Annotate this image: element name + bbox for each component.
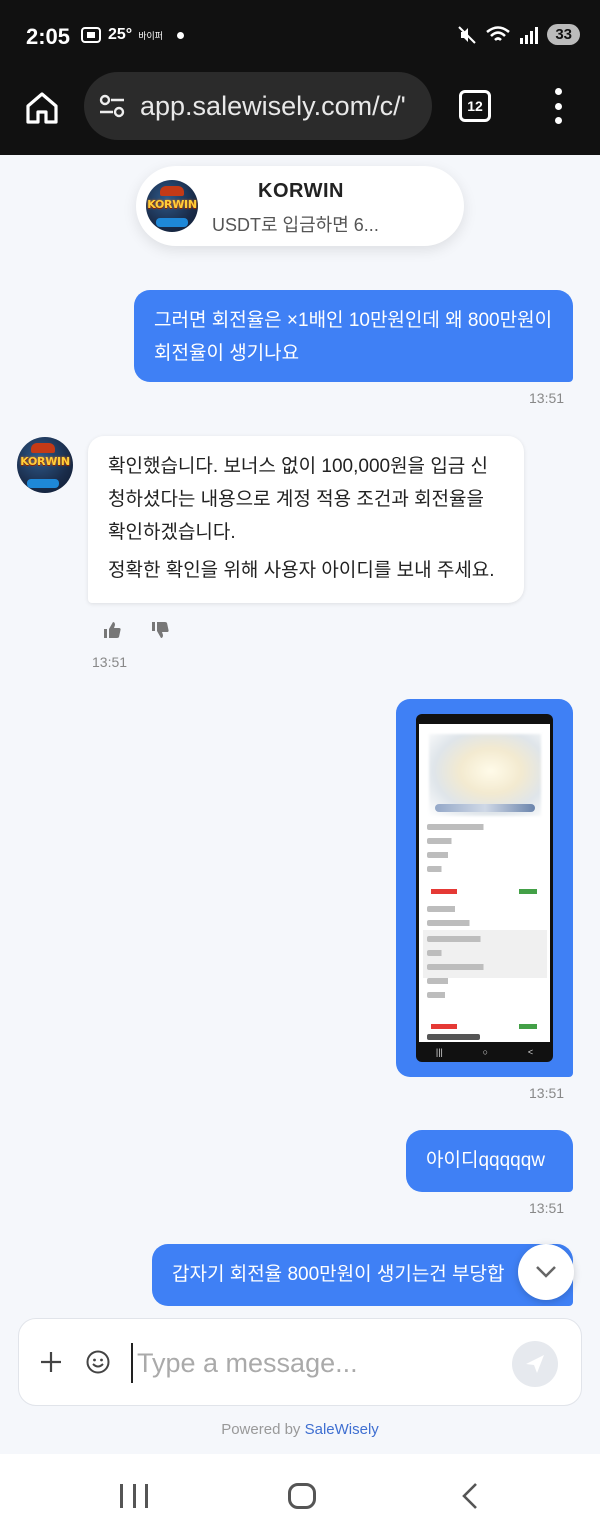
message-text: 그러면 회전율은 ×1배인 10만원인데 왜 800만원이 회전율이 생기나요	[154, 310, 553, 364]
chevron-down-icon	[536, 1266, 556, 1278]
chat-header-name: KORWIN	[258, 180, 344, 202]
chat-header: KORWIN KORWIN USDT로 입금하면 6...	[136, 166, 464, 246]
message-text: 아이디qqqqqw	[426, 1150, 545, 1171]
powered-by: Powered by SaleWisely	[0, 1421, 600, 1438]
scroll-down-button[interactable]	[518, 1244, 574, 1300]
status-temperature: 25°	[108, 26, 133, 43]
address-bar[interactable]: app.salewisely.com/c/'	[84, 72, 432, 140]
status-left-icons: 25° 바이퍼	[80, 26, 185, 44]
message-paragraph: 확인했습니다. 보너스 없이 100,000원을 입금 신청하셨다는 내용으로 …	[108, 456, 489, 543]
wifi-icon	[486, 25, 511, 41]
outgoing-message: 그러면 회전율은 ×1배인 10만원인데 왜 800만원이 회전율이 생기나요	[134, 290, 573, 382]
message-text: 갑자기 회전율 800만원이 생기는건 부당합	[172, 1264, 505, 1285]
site-settings-icon[interactable]	[98, 94, 126, 118]
message-time: 13:51	[92, 654, 128, 670]
notification-dot-icon	[177, 31, 185, 39]
home-icon[interactable]	[22, 88, 62, 128]
powered-prefix: Powered by	[221, 1421, 301, 1438]
outgoing-message: 갑자기 회전율 800만원이 생기는건 부당합	[152, 1244, 573, 1306]
message-time: 13:51	[529, 1200, 565, 1216]
bot-avatar-logo-text: KORWIN	[20, 455, 70, 468]
avatar-logo-text: KORWIN	[147, 198, 197, 211]
status-bar: 2:05 25° 바이퍼 33	[0, 0, 600, 70]
send-icon	[526, 1355, 544, 1373]
browser-toolbar: app.salewisely.com/c/' 12	[0, 70, 600, 155]
avatar: KORWIN	[146, 180, 198, 232]
bot-avatar: KORWIN	[17, 437, 73, 493]
thumbs-up-icon[interactable]	[102, 620, 122, 640]
tabs-icon[interactable]: 12	[459, 90, 491, 122]
home-nav-icon[interactable]	[288, 1483, 316, 1509]
url-text[interactable]: app.salewisely.com/c/'	[140, 91, 406, 122]
message-time: 13:51	[529, 390, 565, 406]
mute-icon	[458, 25, 477, 44]
message-input[interactable]	[131, 1343, 501, 1383]
screenshot-image: ||| ○ <	[416, 714, 553, 1062]
incoming-message: 확인했습니다. 보너스 없이 100,000원을 입금 신청하셨다는 내용으로 …	[88, 436, 524, 603]
more-vert-icon[interactable]	[552, 88, 564, 124]
chat-header-subtitle: USDT로 입금하면 6...	[212, 215, 379, 235]
thumbs-down-icon[interactable]	[150, 620, 170, 640]
emoji-icon[interactable]	[86, 1350, 110, 1374]
back-icon[interactable]	[458, 1482, 482, 1510]
outgoing-message: 아이디qqqqqw	[406, 1130, 573, 1192]
status-small-label: 바이퍼	[138, 30, 164, 41]
send-button[interactable]	[512, 1341, 558, 1387]
plus-icon[interactable]	[39, 1350, 63, 1374]
screenshot-icon	[81, 27, 101, 43]
battery-indicator: 33	[547, 24, 580, 45]
message-time: 13:51	[529, 1085, 565, 1101]
message-paragraph: 정확한 확인을 위해 사용자 아이디를 보내 주세요.	[108, 560, 495, 581]
status-right-icons: 33	[457, 24, 580, 45]
powered-brand-link[interactable]: SaleWisely	[305, 1421, 379, 1438]
outgoing-image-message[interactable]: ||| ○ <	[396, 699, 573, 1077]
message-composer	[18, 1318, 582, 1406]
system-navigation-bar	[0, 1454, 600, 1537]
signal-icon	[520, 26, 539, 44]
status-time: 2:05	[26, 24, 71, 49]
recents-icon[interactable]	[120, 1484, 148, 1508]
